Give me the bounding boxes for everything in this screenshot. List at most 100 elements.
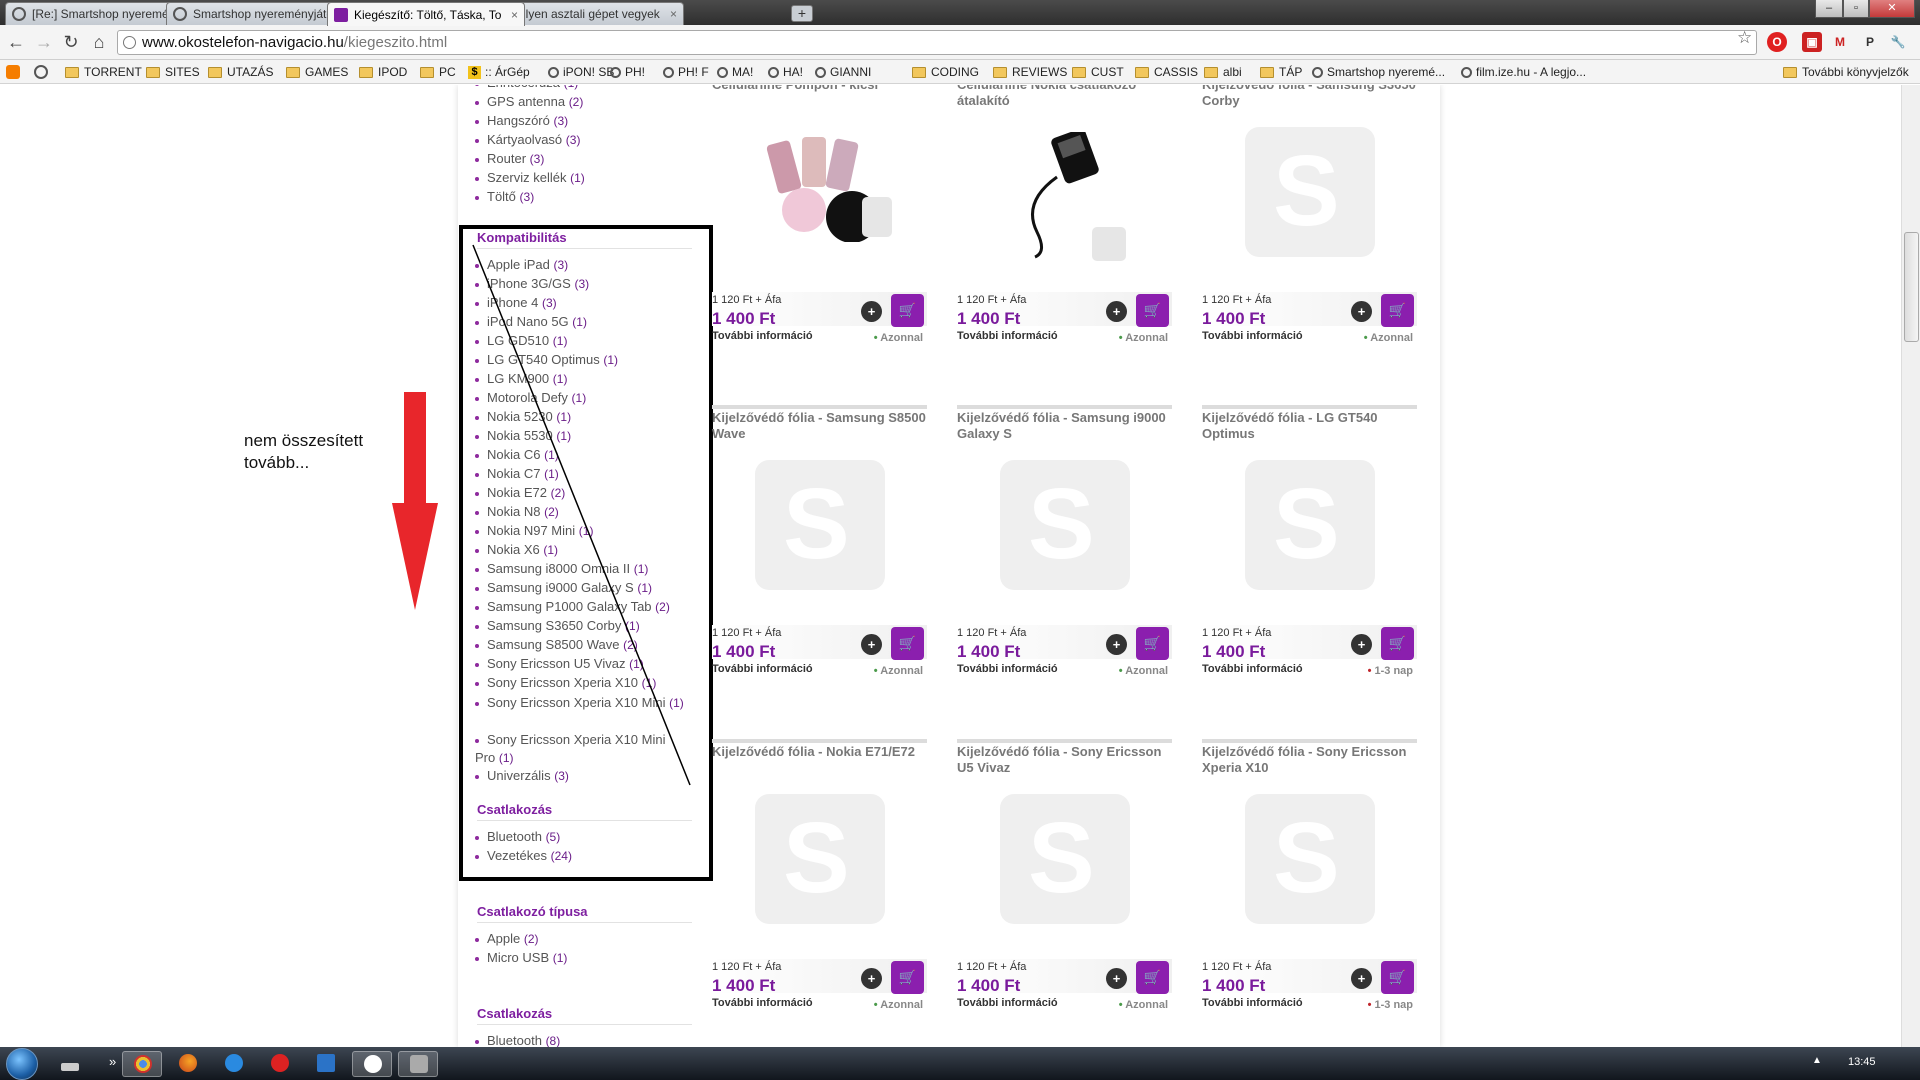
reload-button[interactable]: ↻ xyxy=(60,31,82,53)
zoom-icon[interactable]: + xyxy=(1106,301,1127,322)
gmail-icon[interactable]: M xyxy=(1830,32,1850,52)
filter-link[interactable]: Router (3) xyxy=(475,151,544,166)
bookmark-12[interactable]: HA! xyxy=(768,65,803,79)
filter-link[interactable]: Kártyaolvasó (3) xyxy=(475,132,580,147)
add-to-cart-button[interactable]: 🛒 xyxy=(1136,294,1169,327)
filter-link[interactable]: Sony Ericsson Xperia X10 (1) xyxy=(475,675,656,690)
placeholder-logo-image[interactable]: S xyxy=(1000,794,1130,924)
filter-link[interactable]: Vezetékes (24) xyxy=(475,848,572,863)
more-info-link[interactable]: További információ xyxy=(1202,997,1303,1009)
more-info-link[interactable]: További információ xyxy=(957,663,1058,675)
bookmark-star-icon[interactable]: ☆ xyxy=(1737,28,1752,48)
home-button[interactable]: ⌂ xyxy=(88,31,110,53)
minimize-button[interactable]: – xyxy=(1815,0,1843,18)
filter-link[interactable]: Nokia N8 (2) xyxy=(475,504,559,519)
close-window-button[interactable]: ✕ xyxy=(1869,0,1915,18)
filter-link[interactable]: Bluetooth (8) xyxy=(475,1033,560,1047)
opera-taskbar-icon[interactable] xyxy=(260,1051,300,1077)
filter-link[interactable]: Nokia 5530 (1) xyxy=(475,428,571,443)
filter-link[interactable]: iPhone 4 (3) xyxy=(475,295,557,310)
add-to-cart-button[interactable]: 🛒 xyxy=(891,627,924,660)
filter-link[interactable]: Apple (2) xyxy=(475,931,539,946)
product-title[interactable]: Kijelzővédő fólia - Sony Ericsson Xperia… xyxy=(1202,744,1417,776)
filter-link[interactable]: LG GT540 Optimus (1) xyxy=(475,352,618,367)
product-title[interactable]: Kijelzővédő fólia - Samsung S3650 Corby xyxy=(1202,85,1417,109)
bookmark-20[interactable]: Smartshop nyeremé... xyxy=(1312,65,1445,79)
filter-link[interactable]: Sony Ericsson Xperia X10 Mini (1) xyxy=(475,694,685,712)
filter-link[interactable]: Samsung i9000 Galaxy S (1) xyxy=(475,580,652,595)
filter-link[interactable]: iPod Nano 5G (1) xyxy=(475,314,587,329)
start-button[interactable] xyxy=(6,1048,38,1080)
bookmark-11[interactable]: MA! xyxy=(717,65,753,79)
chrome-taskbar-icon[interactable] xyxy=(122,1051,162,1077)
placeholder-logo-image[interactable]: S xyxy=(1245,127,1375,257)
filter-link[interactable]: Nokia 5230 (1) xyxy=(475,409,571,424)
bookmark-17[interactable]: CASSIS xyxy=(1135,65,1198,79)
chat-icon[interactable]: P xyxy=(1860,32,1880,52)
bookmark-13[interactable]: GIANNI xyxy=(815,65,871,79)
scrollbar-thumb[interactable] xyxy=(1904,232,1919,342)
add-to-cart-button[interactable]: 🛒 xyxy=(891,294,924,327)
more-info-link[interactable]: További információ xyxy=(712,997,813,1009)
filter-link[interactable]: Töltő (3) xyxy=(475,189,534,204)
maximize-button[interactable]: ▫ xyxy=(1843,0,1869,18)
bookmark-19[interactable]: TÁP xyxy=(1260,65,1302,79)
product-title[interactable]: Kijelzővédő fólia - Sony Ericsson U5 Viv… xyxy=(957,744,1172,776)
bookmark-8[interactable]: iPON! SB xyxy=(548,65,614,79)
add-to-cart-button[interactable]: 🛒 xyxy=(1381,627,1414,660)
bookmark-2[interactable]: SITES xyxy=(146,65,200,79)
placeholder-logo-image[interactable]: S xyxy=(1245,794,1375,924)
back-button[interactable]: ← xyxy=(5,31,27,53)
paint-taskbar-icon[interactable] xyxy=(398,1051,438,1077)
bookmark-18[interactable]: albi xyxy=(1204,65,1242,79)
filter-link[interactable]: LG KM900 (1) xyxy=(475,371,567,386)
filter-link[interactable]: Univerzális (3) xyxy=(475,768,569,783)
product-title[interactable]: Kijelzővédő fólia - Nokia E71/E72 xyxy=(712,744,927,760)
bookmark-10[interactable]: PH! F xyxy=(663,65,709,79)
zoom-icon[interactable]: + xyxy=(1106,968,1127,989)
bookmark-21[interactable]: film.ize.hu - A legjo... xyxy=(1461,65,1586,79)
zoom-icon[interactable]: + xyxy=(861,968,882,989)
filter-link[interactable]: Apple iPad (3) xyxy=(475,257,568,272)
more-info-link[interactable]: További információ xyxy=(712,330,813,342)
filter-link[interactable]: Nokia C7 (1) xyxy=(475,466,559,481)
bookmark-14[interactable]: CODING xyxy=(912,65,979,79)
bookmark-1[interactable]: TORRENT xyxy=(65,65,142,79)
add-to-cart-button[interactable]: 🛒 xyxy=(1381,961,1414,994)
wrench-icon[interactable]: 🔧 xyxy=(1888,32,1908,52)
tab-close-icon[interactable]: × xyxy=(511,8,518,22)
add-to-cart-button[interactable]: 🛒 xyxy=(1136,627,1169,660)
filter-link[interactable]: Samsung S3650 Corby (1) xyxy=(475,618,640,633)
bookmark-15[interactable]: REVIEWS xyxy=(993,65,1067,79)
filter-link[interactable]: Nokia N97 Mini (1) xyxy=(475,523,593,538)
tab-3[interactable]: Kiegészítő: Töltő, Táska, To × xyxy=(327,2,525,26)
filter-link[interactable]: Szerviz kellék (1) xyxy=(475,170,585,185)
wordpress-icon[interactable] xyxy=(34,65,48,79)
zoom-icon[interactable]: + xyxy=(861,634,882,655)
placeholder-logo-image[interactable]: S xyxy=(755,794,885,924)
zoom-icon[interactable]: + xyxy=(861,301,882,322)
extension-icon[interactable]: ▣ xyxy=(1802,32,1822,52)
more-info-link[interactable]: További információ xyxy=(957,330,1058,342)
zoom-icon[interactable]: + xyxy=(1351,634,1372,655)
filter-link[interactable]: Micro USB (1) xyxy=(475,950,567,965)
other-bookmarks[interactable]: További könyvjelzők xyxy=(1783,65,1909,79)
filter-link[interactable]: iPhone 3G/GS (3) xyxy=(475,276,589,291)
product-image-cable[interactable] xyxy=(1017,128,1127,262)
more-info-link[interactable]: További információ xyxy=(712,663,813,675)
zoom-icon[interactable]: + xyxy=(1106,634,1127,655)
product-title[interactable]: Kijelzővédő fólia - Samsung i9000 Galaxy… xyxy=(957,410,1172,442)
filter-link[interactable]: Bluetooth (5) xyxy=(475,829,560,844)
tab-close-icon[interactable]: × xyxy=(670,7,677,21)
product-title[interactable]: Kijelzővédő fólia - Samsung S8500 Wave xyxy=(712,410,927,442)
placeholder-logo-image[interactable]: S xyxy=(1245,460,1375,590)
filter-link[interactable]: Sony Ericsson U5 Vivaz (1) xyxy=(475,656,644,671)
bookmark-3[interactable]: UTAZÁS xyxy=(208,65,273,79)
blogger-icon[interactable] xyxy=(6,65,20,79)
new-tab-button[interactable]: + xyxy=(791,5,813,22)
address-bar[interactable]: www.okostelefon-navigacio.hu/kiegeszito.… xyxy=(117,30,1757,55)
filter-link[interactable]: Motorola Defy (1) xyxy=(475,390,586,405)
add-to-cart-button[interactable]: 🛒 xyxy=(891,961,924,994)
filter-link[interactable]: Érintőceruza (1) xyxy=(475,85,578,90)
product-title[interactable]: Cellularline Pompon - kicsi xyxy=(712,85,927,93)
